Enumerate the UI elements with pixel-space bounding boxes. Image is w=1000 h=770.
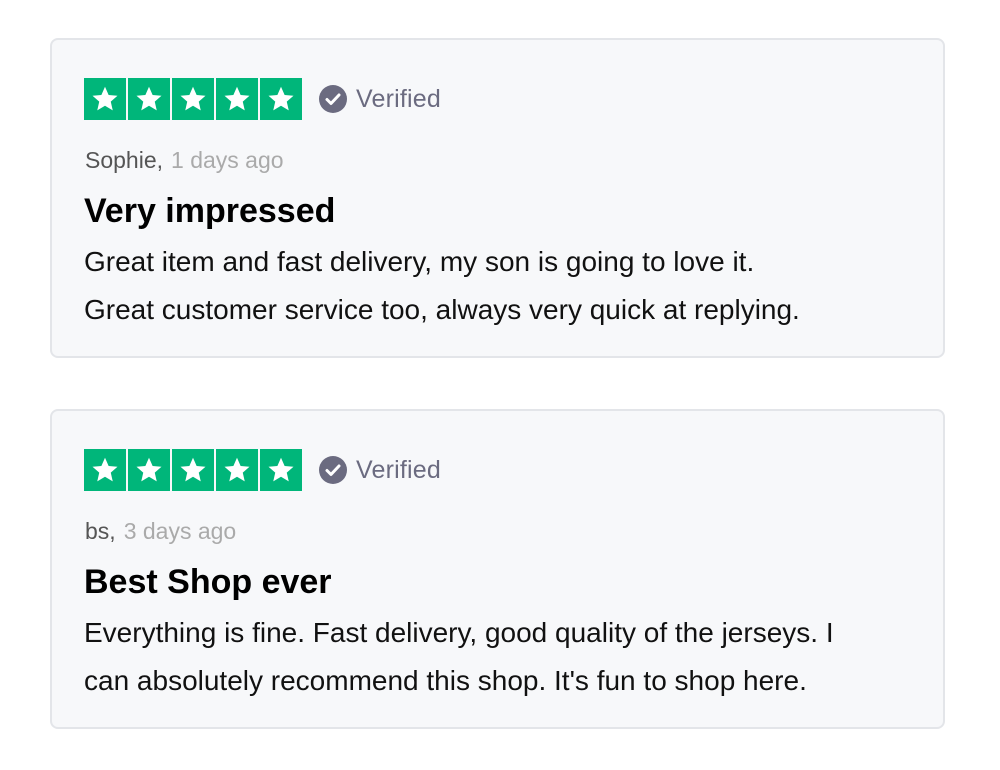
review-body: Everything is fine. Fast delivery, good … [84,609,834,705]
verified-label: Verified [356,84,441,113]
verified-badge: Verified [318,455,441,485]
review-body-line: Great item and fast delivery, my son is … [84,246,755,277]
review-card: Verified bs, 3 days ago Best Shop ever Ev… [50,409,945,729]
verified-check-icon [318,455,348,485]
star-icon [172,449,214,491]
star-icon [128,449,170,491]
reviewer-name: bs, [85,518,116,544]
verified-label: Verified [356,455,441,484]
review-date: 1 days ago [171,147,284,173]
verified-check-icon [318,84,348,114]
star-rating [84,449,302,491]
star-icon [84,449,126,491]
review-card: Verified Sophie, 1 days ago Very impresse… [50,38,945,358]
star-rating [84,78,302,120]
star-icon [172,78,214,120]
verified-badge: Verified [318,84,441,114]
star-icon [260,449,302,491]
star-icon [260,78,302,120]
review-title: Very impressed [84,192,336,230]
rating-row: Verified [84,77,441,121]
reviewer-line: bs, 3 days ago [85,517,236,545]
star-icon [128,78,170,120]
star-icon [216,78,258,120]
star-icon [84,78,126,120]
rating-row: Verified [84,448,441,492]
review-title: Best Shop ever [84,563,332,601]
review-body-line: Everything is fine. Fast delivery, good … [84,617,834,648]
review-list: Verified Sophie, 1 days ago Very impresse… [0,0,1000,770]
review-body-line: Great customer service too, always very … [84,294,800,325]
review-body-line: can absolutely recommend this shop. It's… [84,665,807,696]
review-date: 3 days ago [123,518,237,544]
reviewer-line: Sophie, 1 days ago [85,146,284,174]
star-icon [216,449,258,491]
review-body: Great item and fast delivery, my son is … [84,238,800,334]
reviewer-name: Sophie, [85,147,164,173]
